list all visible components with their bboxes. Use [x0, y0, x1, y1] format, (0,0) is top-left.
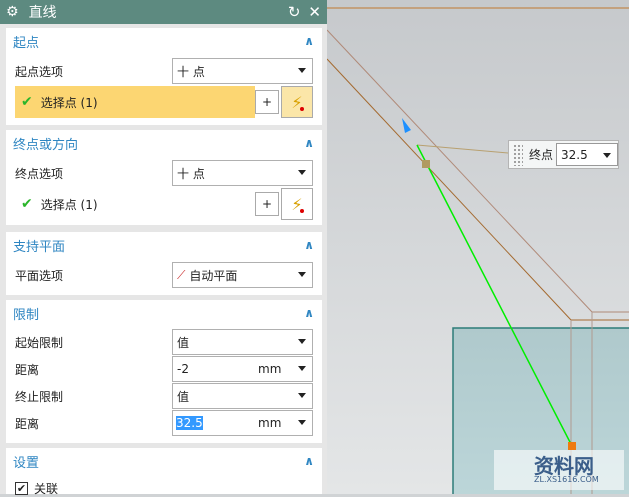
- point-dialog-button[interactable]: +: [255, 192, 279, 216]
- plane-option-dropdown[interactable]: ⟋ 自动平面: [172, 262, 313, 288]
- dialog-titlebar: ⚙ 直线 ↻ ✕: [0, 0, 327, 24]
- start-distance-input[interactable]: -2 mm: [172, 356, 313, 382]
- chevron-up-icon[interactable]: ∧: [304, 34, 314, 48]
- gear-icon[interactable]: ⚙: [6, 4, 19, 20]
- chevron-up-icon[interactable]: ∧: [304, 136, 314, 150]
- chevron-up-icon[interactable]: ∧: [304, 454, 314, 468]
- inferred-point-button[interactable]: ⚡: [281, 86, 313, 118]
- input-value[interactable]: 32.5: [176, 416, 203, 430]
- start-point-handle: [422, 160, 430, 168]
- associative-option[interactable]: ✔ 关联: [15, 480, 58, 497]
- section-header[interactable]: 设置 ∧: [6, 448, 322, 474]
- section-end-point: 终点或方向 ∧ 终点选项 十 点 ✔ 选择点 (1) + ⚡: [6, 130, 322, 225]
- popup-label: 终点: [529, 148, 554, 162]
- chevron-down-icon: [298, 339, 306, 344]
- select-label: 选择点 (1): [40, 95, 98, 110]
- start-limit-label: 起始限制: [15, 336, 64, 350]
- select-label: 选择点 (1): [40, 197, 98, 212]
- section-header[interactable]: 终点或方向 ∧: [6, 130, 322, 156]
- input-value[interactable]: -2: [177, 362, 189, 376]
- dropdown-value: 十 点: [177, 64, 205, 79]
- end-point-popup: 终点 32.5: [508, 140, 619, 169]
- unit-label[interactable]: mm: [258, 416, 281, 430]
- section-header[interactable]: 起点 ∧: [6, 28, 322, 54]
- unit-label[interactable]: mm: [258, 362, 281, 376]
- end-limit-label: 终止限制: [15, 390, 64, 404]
- dropdown-value: 值: [177, 389, 190, 404]
- section-title: 限制: [13, 307, 40, 323]
- chevron-up-icon[interactable]: ∧: [304, 306, 314, 320]
- close-icon[interactable]: ✕: [308, 3, 321, 21]
- start-distance-label: 距离: [15, 363, 40, 377]
- chevron-down-icon: [298, 170, 306, 175]
- reset-icon[interactable]: ↻: [288, 3, 301, 21]
- end-option-dropdown[interactable]: 十 点: [172, 160, 313, 186]
- inferred-point-button[interactable]: ⚡: [281, 188, 313, 220]
- section-header[interactable]: 支持平面 ∧: [6, 232, 322, 258]
- chevron-down-icon: [298, 393, 306, 398]
- end-distance-input[interactable]: 32.5 mm: [172, 410, 313, 436]
- drag-handle-icon[interactable]: [513, 143, 523, 166]
- checkmark-icon: ✔: [21, 196, 33, 212]
- checkbox[interactable]: ✔: [15, 482, 28, 495]
- line-dialog: ⚙ 直线 ↻ ✕ 起点 ∧ 起点选项 十 点 ✔ 选择点 (1) + ⚡ 终点或方向…: [0, 0, 327, 497]
- associative-label: 关联: [34, 482, 59, 496]
- chevron-down-icon[interactable]: [298, 420, 306, 425]
- section-title: 终点或方向: [13, 137, 79, 153]
- plane-icon: ⟋: [177, 267, 186, 282]
- point-dialog-button[interactable]: +: [255, 90, 279, 114]
- section-title: 设置: [13, 455, 40, 471]
- section-header[interactable]: 限制 ∧: [6, 300, 322, 326]
- dialog-title: 直线: [28, 5, 57, 21]
- chevron-down-icon[interactable]: [298, 366, 306, 371]
- end-option-label: 终点选项: [15, 167, 64, 181]
- section-title: 支持平面: [13, 239, 66, 255]
- start-option-label: 起点选项: [15, 65, 64, 79]
- end-point-handle: [568, 442, 576, 450]
- plane-option-label: 平面选项: [15, 269, 64, 283]
- start-limit-dropdown[interactable]: 值: [172, 329, 313, 355]
- popup-value[interactable]: 32.5: [561, 148, 588, 162]
- end-distance-label: 距离: [15, 417, 40, 431]
- start-option-dropdown[interactable]: 十 点: [172, 58, 313, 84]
- watermark-logo: 资料网 ZL.XS1616.COM: [494, 450, 624, 490]
- popup-value-input[interactable]: 32.5: [556, 143, 618, 166]
- dropdown-value: 十 点: [177, 166, 205, 181]
- section-title: 起点: [13, 35, 40, 51]
- end-limit-dropdown[interactable]: 值: [172, 383, 313, 409]
- chevron-down-icon: [298, 272, 306, 277]
- select-point-start[interactable]: ✔ 选择点 (1): [15, 86, 255, 118]
- section-support-plane: 支持平面 ∧ 平面选项 ⟋ 自动平面: [6, 232, 322, 295]
- checkmark-icon: ✔: [21, 94, 33, 110]
- chevron-down-icon: [298, 68, 306, 73]
- section-limits: 限制 ∧ 起始限制 值 距离 -2 mm 终止限制 值 距离 32.5 mm: [6, 300, 322, 443]
- dropdown-value: 自动平面: [189, 268, 238, 283]
- select-point-end[interactable]: ✔ 选择点 (1): [15, 188, 255, 220]
- section-settings: 设置 ∧ ✔ 关联: [6, 448, 322, 497]
- chevron-up-icon[interactable]: ∧: [304, 238, 314, 252]
- chevron-down-icon[interactable]: [603, 153, 611, 158]
- dropdown-value: 值: [177, 335, 190, 350]
- section-start-point: 起点 ∧ 起点选项 十 点 ✔ 选择点 (1) + ⚡: [6, 28, 322, 125]
